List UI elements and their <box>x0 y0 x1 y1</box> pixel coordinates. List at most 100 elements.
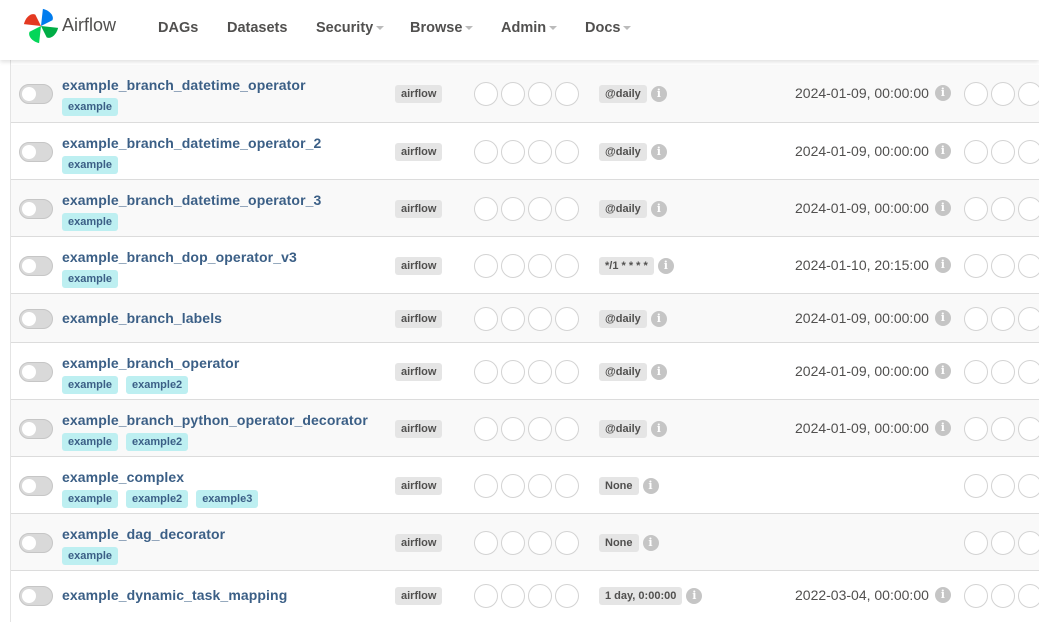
dag-tag[interactable]: example <box>62 213 119 231</box>
run-state-circle[interactable] <box>474 140 498 164</box>
run-state-circle[interactable] <box>528 474 552 498</box>
run-state-circle[interactable] <box>528 82 552 106</box>
run-state-circle[interactable] <box>528 254 552 278</box>
run-state-circle[interactable] <box>501 584 525 608</box>
info-icon[interactable]: i <box>650 364 667 380</box>
task-state-circle[interactable] <box>964 417 988 441</box>
task-state-circle[interactable] <box>991 417 1015 441</box>
info-icon[interactable]: i <box>657 258 674 274</box>
task-state-circle[interactable] <box>1018 254 1039 278</box>
dag-name-link[interactable]: example_dynamic_task_mapping <box>62 587 287 603</box>
nav-datasets-menu[interactable]: Datasets <box>227 20 287 36</box>
owner-badge[interactable]: airflow <box>395 420 443 438</box>
info-icon[interactable]: i <box>934 587 951 603</box>
dag-tag[interactable]: example2 <box>126 376 189 394</box>
dag-name-link[interactable]: example_branch_datetime_operator <box>62 77 306 93</box>
dag-tag[interactable]: example <box>62 547 119 565</box>
dag-name-link[interactable]: example_branch_datetime_operator_2 <box>62 135 321 151</box>
dag-pause-toggle[interactable] <box>19 419 53 439</box>
task-state-circle[interactable] <box>1018 584 1039 608</box>
nav-security-menu[interactable]: Security <box>316 20 385 36</box>
nav-admin-menu[interactable]: Admin <box>501 20 558 36</box>
run-state-circle[interactable] <box>528 360 552 384</box>
info-icon[interactable]: i <box>934 200 951 216</box>
owner-badge[interactable]: airflow <box>395 587 443 605</box>
dag-tag[interactable]: example3 <box>196 490 259 508</box>
info-icon[interactable]: i <box>934 363 951 379</box>
dag-tag[interactable]: example2 <box>126 490 189 508</box>
owner-badge[interactable]: airflow <box>395 477 443 495</box>
owner-badge[interactable]: airflow <box>395 200 443 218</box>
run-state-circle[interactable] <box>555 82 579 106</box>
task-state-circle[interactable] <box>1018 360 1039 384</box>
dag-tag[interactable]: example <box>62 270 119 288</box>
run-state-circle[interactable] <box>528 584 552 608</box>
owner-badge[interactable]: airflow <box>395 85 443 103</box>
run-state-circle[interactable] <box>501 82 525 106</box>
task-state-circle[interactable] <box>991 360 1015 384</box>
run-state-circle[interactable] <box>555 140 579 164</box>
dag-tag[interactable]: example <box>62 433 119 451</box>
task-state-circle[interactable] <box>964 140 988 164</box>
task-state-circle[interactable] <box>1018 140 1039 164</box>
run-state-circle[interactable] <box>501 254 525 278</box>
info-icon[interactable]: i <box>934 143 951 159</box>
task-state-circle[interactable] <box>1018 531 1039 555</box>
dag-name-link[interactable]: example_branch_labels <box>62 310 222 326</box>
owner-badge[interactable]: airflow <box>395 363 443 381</box>
nav-browse-menu[interactable]: Browse <box>410 20 474 36</box>
run-state-circle[interactable] <box>501 197 525 221</box>
dag-pause-toggle[interactable] <box>19 142 53 162</box>
task-state-circle[interactable] <box>991 140 1015 164</box>
run-state-circle[interactable] <box>555 474 579 498</box>
dag-pause-toggle[interactable] <box>19 309 53 329</box>
task-state-circle[interactable] <box>991 474 1015 498</box>
dag-tag[interactable]: example2 <box>126 433 189 451</box>
run-state-circle[interactable] <box>528 140 552 164</box>
info-icon[interactable]: i <box>650 311 667 327</box>
run-state-circle[interactable] <box>474 197 498 221</box>
info-icon[interactable]: i <box>934 85 951 101</box>
dag-pause-toggle[interactable] <box>19 476 53 496</box>
run-state-circle[interactable] <box>501 307 525 331</box>
dag-pause-toggle[interactable] <box>19 84 53 104</box>
dag-tag[interactable]: example <box>62 156 119 174</box>
dag-name-link[interactable]: example_branch_python_operator_decorator <box>62 412 368 428</box>
task-state-circle[interactable] <box>1018 474 1039 498</box>
brand-home-link[interactable]: Airflow <box>22 8 116 48</box>
run-state-circle[interactable] <box>555 307 579 331</box>
task-state-circle[interactable] <box>964 584 988 608</box>
task-state-circle[interactable] <box>964 254 988 278</box>
info-icon[interactable]: i <box>686 588 703 604</box>
run-state-circle[interactable] <box>555 360 579 384</box>
run-state-circle[interactable] <box>555 197 579 221</box>
dag-name-link[interactable]: example_branch_dop_operator_v3 <box>62 249 297 265</box>
dag-name-link[interactable]: example_branch_operator <box>62 355 239 371</box>
task-state-circle[interactable] <box>991 197 1015 221</box>
run-state-circle[interactable] <box>528 531 552 555</box>
task-state-circle[interactable] <box>991 82 1015 106</box>
task-state-circle[interactable] <box>991 584 1015 608</box>
task-state-circle[interactable] <box>964 197 988 221</box>
run-state-circle[interactable] <box>501 140 525 164</box>
task-state-circle[interactable] <box>1018 307 1039 331</box>
run-state-circle[interactable] <box>555 584 579 608</box>
task-state-circle[interactable] <box>964 474 988 498</box>
owner-badge[interactable]: airflow <box>395 310 443 328</box>
dag-pause-toggle[interactable] <box>19 362 53 382</box>
task-state-circle[interactable] <box>1018 82 1039 106</box>
run-state-circle[interactable] <box>474 360 498 384</box>
task-state-circle[interactable] <box>964 360 988 384</box>
dag-name-link[interactable]: example_complex <box>62 469 184 485</box>
run-state-circle[interactable] <box>474 82 498 106</box>
dag-pause-toggle[interactable] <box>19 199 53 219</box>
info-icon[interactable]: i <box>650 201 667 217</box>
dag-pause-toggle[interactable] <box>19 586 53 606</box>
task-state-circle[interactable] <box>964 307 988 331</box>
task-state-circle[interactable] <box>964 82 988 106</box>
run-state-circle[interactable] <box>555 254 579 278</box>
task-state-circle[interactable] <box>964 531 988 555</box>
info-icon[interactable]: i <box>642 478 659 494</box>
run-state-circle[interactable] <box>474 307 498 331</box>
run-state-circle[interactable] <box>528 417 552 441</box>
